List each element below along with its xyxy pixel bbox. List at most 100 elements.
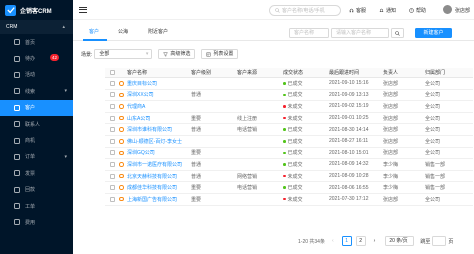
table-row[interactable]: 代理商A 未成交 2021-09-02 15:19 张店部 全公司 [105, 101, 473, 113]
row-checkbox[interactable] [109, 150, 115, 156]
row-select-cell[interactable] [105, 101, 119, 112]
row-select-cell[interactable] [105, 194, 119, 205]
notifications-link[interactable]: 通知 [379, 7, 396, 14]
deal-status-cell: 未成交 [283, 194, 318, 205]
column-header-department[interactable]: 归属部门 [425, 68, 473, 77]
column-header-last-followup[interactable]: 最后跟进时间 [329, 68, 377, 77]
next-page-button[interactable]: › [374, 238, 376, 244]
scene-select[interactable]: 全部 ▾ [94, 49, 153, 59]
tab-nearby-customers[interactable]: 附近客户 [148, 28, 168, 35]
help-label: 帮助 [416, 8, 427, 14]
goto-page-input[interactable] [432, 236, 447, 246]
row-select-cell[interactable] [105, 136, 119, 147]
customer-name-link[interactable]: 山东A公司 [127, 115, 150, 122]
user-name[interactable]: 张店部 [455, 7, 470, 14]
customer-level-cell [191, 136, 227, 147]
search-field-select[interactable]: 客户名称 [289, 28, 329, 38]
page-button-2[interactable]: 2 [355, 236, 366, 246]
table-row[interactable]: 深圳XX公司 普通 已成交 2021-09-09 13:13 张店部 全公司 [105, 90, 473, 102]
customer-search-input[interactable]: 请输入客户名称 [331, 28, 389, 38]
menu-collapse-icon[interactable] [79, 6, 87, 13]
table-row[interactable]: 佛山-顺德区-百灯-李女士 已成交 2021-08-27 16:11 张店部 全公司 [105, 136, 473, 148]
customer-name-link[interactable]: 代理商A [127, 103, 145, 110]
row-checkbox[interactable] [109, 115, 115, 121]
table-row[interactable]: 深圳市谁科有限公司 普通 电话营销 已成交 2021-08-30 14:14 张店部 全公司 [105, 124, 473, 136]
sidebar-item[interactable]: 联系人 [0, 116, 73, 132]
customer-name-link[interactable]: 北京天赫科技有限公司 [127, 173, 177, 180]
prev-page-button[interactable]: ‹ [332, 238, 334, 244]
column-header-level[interactable]: 客户级别 [191, 68, 227, 77]
row-checkbox[interactable] [109, 173, 115, 179]
tab-public-pool[interactable]: 公海 [118, 28, 128, 35]
column-header-status[interactable]: 成交状态 [283, 68, 318, 77]
help-link[interactable]: ? 帮助 [409, 7, 426, 14]
customer-name-link[interactable]: 深圳市一诺医疗有限公司 [127, 161, 182, 168]
row-checkbox[interactable] [109, 92, 115, 98]
sidebar-item[interactable]: 客户 [0, 99, 73, 116]
sidebar-item[interactable]: 商机 [0, 132, 73, 148]
customer-name-link[interactable]: 成都佳华科技有限公司 [127, 184, 177, 191]
row-select-cell[interactable] [105, 148, 119, 159]
department-cell: 全公司 [425, 196, 441, 203]
page-size-select[interactable]: 20 条/页 [385, 236, 415, 246]
global-search-input[interactable]: 客户名称/电话/手机 [269, 5, 341, 16]
sidebar-item[interactable]: 待办 42 [0, 50, 73, 66]
column-settings-button[interactable]: 列表设置 [201, 49, 239, 59]
advanced-filter-button[interactable]: 高级筛选 [158, 49, 196, 59]
row-select-cell[interactable] [105, 113, 119, 124]
avatar[interactable] [443, 5, 452, 14]
table-row[interactable]: 北京天赫科技有限公司 普通 网络营销 未成交 2021-08-09 10:28 李少梅 销售… [105, 171, 473, 183]
menu-group-crm[interactable]: CRM ▴ [0, 20, 73, 34]
column-header-source[interactable]: 客户来源 [237, 68, 277, 77]
app-logo[interactable]: 企销客CRM [0, 0, 73, 20]
table-row[interactable]: 上海新国广告有限公司 重要 未成交 2021-07-30 17:12 张店部 全公司 [105, 194, 473, 206]
sidebar-item[interactable]: 活动 [0, 67, 73, 83]
sidebar-item[interactable]: 费用 [0, 214, 73, 230]
sidebar-item[interactable]: 线索 ▾ [0, 83, 73, 99]
customer-name-link[interactable]: 佛山-顺德区-百灯-李女士 [127, 138, 182, 145]
row-checkbox[interactable] [109, 161, 115, 167]
row-select-cell[interactable] [105, 182, 119, 193]
row-checkbox[interactable] [109, 103, 115, 109]
row-checkbox[interactable] [109, 80, 115, 86]
table-row[interactable]: 深圳市一诺医疗有限公司 普通 已成交 2021-08-09 14:32 李少梅 销售一部 [105, 159, 473, 171]
row-checkbox[interactable] [109, 138, 115, 144]
column-header-name[interactable]: 客户名称 [127, 68, 187, 77]
row-select-cell[interactable] [105, 159, 119, 170]
customer-name-link[interactable]: 重庆目标公司 [127, 80, 157, 87]
row-select-cell[interactable] [105, 78, 119, 89]
row-checkbox[interactable] [109, 185, 115, 191]
sidebar-item[interactable]: 回款 [0, 182, 73, 198]
row-checkbox[interactable] [109, 196, 115, 202]
row-select-cell[interactable] [105, 124, 119, 135]
table-row[interactable]: 山东A公司 重要 线上注册 未成交 2021-09-01 10:25 张店部 全公司 [105, 113, 473, 125]
sidebar-item[interactable]: 工单 [0, 198, 73, 214]
row-icon-cell [119, 124, 126, 135]
row-checkbox[interactable] [109, 127, 115, 133]
row-select-cell[interactable] [105, 171, 119, 182]
support-link[interactable]: 客服 [349, 7, 366, 14]
customer-name-link[interactable]: 深圳市谁科有限公司 [127, 126, 172, 133]
customer-source-cell: 网络营销 [237, 173, 258, 180]
row-select-cell[interactable] [105, 90, 119, 101]
customer-name-link[interactable]: 上海新国广告有限公司 [127, 196, 177, 203]
sidebar-item[interactable]: 发票 [0, 165, 73, 181]
new-customer-button[interactable]: 新建客户 [415, 28, 452, 38]
sidebar-item[interactable]: 订单 ▾ [0, 149, 73, 165]
sidebar-item[interactable]: 首页 [0, 34, 73, 50]
select-all-checkbox[interactable] [109, 70, 115, 75]
deal-status-cell: 已成交 [283, 159, 318, 170]
table-row[interactable]: 重庆目标公司 已成交 2021-09-10 15:16 张店部 全公司 [105, 78, 473, 90]
table-row[interactable]: 深圳GQ公司 重要 已成交 2021-08-10 15:01 张店部 全公司 [105, 148, 473, 160]
sidebar-item-label: 发票 [25, 170, 36, 177]
tab-customers[interactable]: 客户 [89, 28, 99, 35]
select-all-cell[interactable] [105, 68, 119, 77]
customer-name-link[interactable]: 深圳GQ公司 [127, 149, 155, 156]
search-button[interactable] [391, 28, 404, 38]
page-button-1[interactable]: 1 [341, 236, 352, 246]
deal-status-text: 已成交 [287, 161, 303, 168]
customer-name-link[interactable]: 深圳XX公司 [127, 91, 154, 98]
table-row[interactable]: 成都佳华科技有限公司 重要 电话营销 已成交 2021-08-06 16:55 李少梅 销售… [105, 182, 473, 194]
column-header-owner[interactable]: 负责人 [383, 68, 411, 77]
customer-name-cell: 上海新国广告有限公司 [127, 194, 187, 205]
